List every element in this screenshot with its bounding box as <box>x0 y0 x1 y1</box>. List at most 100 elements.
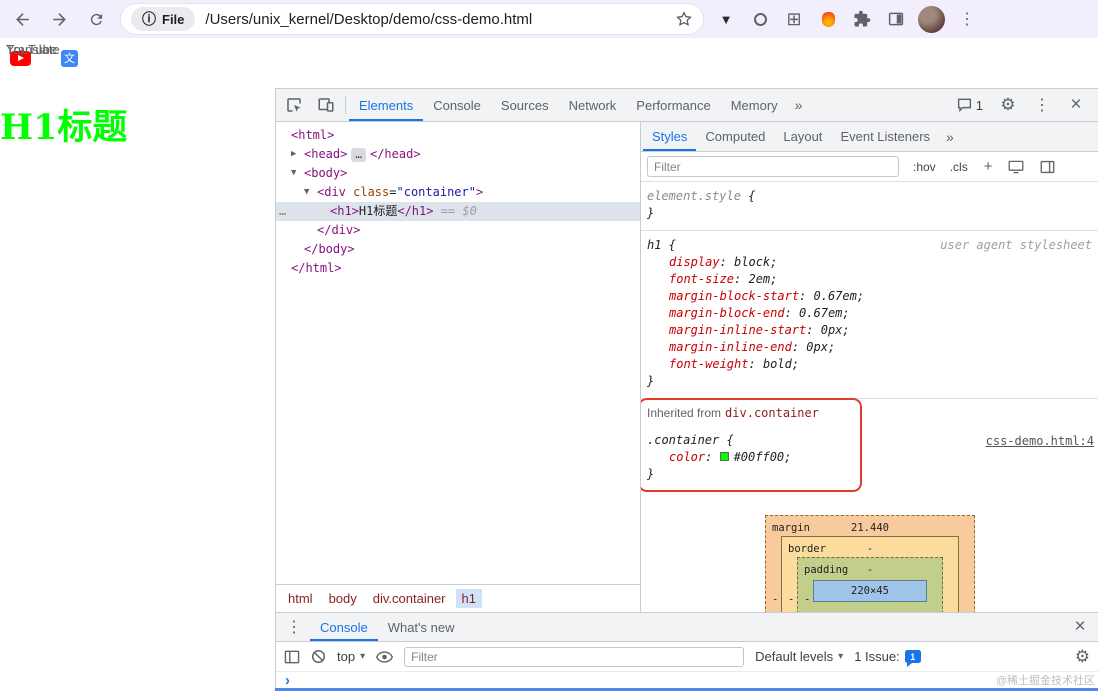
css-property-name: margin-inline-end <box>669 340 792 354</box>
css-property-name: font-size <box>669 272 734 286</box>
issues-label: 1 Issue: <box>854 649 900 664</box>
border-top-value[interactable]: - <box>867 541 873 558</box>
margin-left-value[interactable]: - <box>772 592 778 609</box>
extensions-puzzle-icon[interactable] <box>845 2 879 36</box>
address-bar[interactable]: ⓘ File /Users/unix_kernel/Desktop/demo/c… <box>121 4 703 34</box>
tab-console[interactable]: Console <box>423 89 491 121</box>
browser-menu-icon[interactable]: ⋮ <box>950 2 984 36</box>
more-tabs-icon[interactable]: » <box>788 89 810 121</box>
close-devtools-icon[interactable]: × <box>1060 94 1092 116</box>
box-model-diagram[interactable]: margin 21.440 - border - - padding - - 2… <box>765 515 975 612</box>
computed-sidebar-toggle-icon[interactable] <box>1040 160 1055 174</box>
bookmark-translate[interactable]: 文Translate <box>61 50 78 67</box>
live-expression-eye-icon[interactable] <box>376 651 393 663</box>
console-messages-icon[interactable]: 1 <box>950 98 990 113</box>
settings-gear-icon[interactable]: ⚙ <box>992 95 1024 115</box>
dom-tree-row[interactable]: <html> <box>276 126 640 145</box>
tab-styles[interactable]: Styles <box>643 122 696 151</box>
box-model-border[interactable]: border - - padding - - 220×45 <box>781 536 959 612</box>
circle-extension-icon[interactable] <box>743 2 777 36</box>
tab-network[interactable]: Network <box>559 89 627 121</box>
close-drawer-icon[interactable]: × <box>1064 613 1096 641</box>
padding-left-value[interactable]: - <box>804 592 810 609</box>
css-declaration[interactable]: display: block; <box>647 254 1092 271</box>
tab-sources[interactable]: Sources <box>491 89 559 121</box>
pseudo-state-toggle[interactable]: :hov <box>913 160 936 174</box>
new-style-rule-button[interactable]: + <box>984 158 993 175</box>
inherited-css-rule[interactable]: css-demo.html:4 .container {color: #00ff… <box>641 426 1098 491</box>
dom-tree-row[interactable]: ▼<body> <box>276 164 640 183</box>
inherited-from-node[interactable]: div.container <box>725 406 819 420</box>
stylesheet-source-link[interactable]: css-demo.html:4 <box>986 433 1094 450</box>
side-panel-icon[interactable] <box>879 2 913 36</box>
console-tab-what-s-new[interactable]: What's new <box>378 613 465 641</box>
tab-event-listeners[interactable]: Event Listeners <box>831 122 939 151</box>
clear-console-icon[interactable] <box>311 649 326 664</box>
triangle-extension-icon[interactable]: ▼ <box>709 2 743 36</box>
dom-tree-row[interactable]: ▼<div class="container"> <box>276 183 640 202</box>
crumb-div-container[interactable]: div.container <box>367 589 452 608</box>
css-declaration[interactable]: font-size: 2em; <box>647 271 1092 288</box>
back-icon[interactable] <box>4 2 41 36</box>
profile-avatar[interactable] <box>918 6 945 33</box>
rendering-emulation-icon[interactable] <box>1008 160 1024 174</box>
console-context-selector[interactable]: top▾ <box>337 649 365 664</box>
devtools-tab-strip: ElementsConsoleSourcesNetworkPerformance… <box>349 89 788 121</box>
tab-memory[interactable]: Memory <box>721 89 788 121</box>
dom-tree-row[interactable]: </body> <box>276 240 640 259</box>
expanded-arrow-icon[interactable]: ▼ <box>304 183 309 202</box>
console-filter-input[interactable] <box>404 647 744 667</box>
box-model-padding[interactable]: padding - - 220×45 <box>797 557 943 612</box>
element-classes-toggle[interactable]: .cls <box>950 160 968 174</box>
device-toolbar-icon[interactable] <box>310 89 342 121</box>
crumb-h1[interactable]: h1 <box>456 589 482 608</box>
css-property-name: margin-block-start <box>669 289 799 303</box>
drawer-menu-icon[interactable]: ⋮ <box>278 613 310 641</box>
box-model-content[interactable]: 220×45 <box>813 580 927 602</box>
element-style-selector: element.style <box>647 189 741 203</box>
log-levels-dropdown[interactable]: Default levels▾ <box>755 649 843 664</box>
dom-tree-row[interactable]: </html> <box>276 259 640 278</box>
css-rule-h1[interactable]: user agent stylesheeth1 {display: block;… <box>641 231 1098 399</box>
color-swatch[interactable] <box>720 452 729 461</box>
reload-icon[interactable] <box>78 2 115 36</box>
crumb-html[interactable]: html <box>282 589 319 608</box>
collapsed-arrow-icon[interactable]: ▶ <box>291 145 296 164</box>
padding-top-value[interactable]: - <box>867 562 873 579</box>
issues-counter[interactable]: 1 Issue: 1 <box>854 649 921 664</box>
inspect-element-icon[interactable] <box>278 89 310 121</box>
flame-extension-icon[interactable] <box>811 2 845 36</box>
css-declaration[interactable]: margin-inline-start: 0px; <box>647 322 1092 339</box>
bookmark-star-icon[interactable] <box>675 10 693 28</box>
file-scheme-chip[interactable]: ⓘ File <box>131 7 195 31</box>
css-declaration[interactable]: margin-inline-end: 0px; <box>647 339 1092 356</box>
tab-performance[interactable]: Performance <box>626 89 720 121</box>
console-settings-gear-icon[interactable]: ⚙ <box>1075 647 1090 667</box>
devtools-toolbar-right: 1 ⚙ ⋮ × <box>950 89 1096 121</box>
dom-tree-row[interactable]: ▶<head>…</head> <box>276 145 640 164</box>
css-declaration[interactable]: color: #00ff00; <box>647 449 1092 466</box>
console-drawer: ⋮ ConsoleWhat's new × top▾ Default level… <box>276 612 1098 691</box>
forward-icon[interactable] <box>41 2 78 36</box>
grid-extension-icon[interactable]: ⊞ <box>777 2 811 36</box>
expanded-arrow-icon[interactable]: ▼ <box>291 164 296 183</box>
crumb-body[interactable]: body <box>323 589 363 608</box>
more-sidebar-tabs-icon[interactable]: » <box>939 122 961 151</box>
tab-computed[interactable]: Computed <box>696 122 774 151</box>
url-text[interactable]: /Users/unix_kernel/Desktop/demo/css-demo… <box>205 11 669 28</box>
css-declaration[interactable]: font-weight: bold; <box>647 356 1092 373</box>
styles-filter-input[interactable] <box>647 156 899 177</box>
margin-top-value[interactable]: 21.440 <box>851 520 889 537</box>
tab-elements[interactable]: Elements <box>349 89 423 121</box>
css-declaration[interactable]: margin-block-end: 0.67em; <box>647 305 1092 322</box>
dom-tree-row[interactable]: …<h1>H1标题</h1> == $0 <box>276 202 640 221</box>
console-sidebar-icon[interactable] <box>284 650 300 664</box>
border-left-value[interactable]: - <box>788 592 794 609</box>
console-tab-console[interactable]: Console <box>310 613 378 641</box>
box-model-margin[interactable]: margin 21.440 - border - - padding - - 2… <box>765 515 975 612</box>
element-style-rule[interactable]: element.style { } <box>641 182 1098 231</box>
devtools-menu-icon[interactable]: ⋮ <box>1026 95 1058 115</box>
dom-tree-row[interactable]: </div> <box>276 221 640 240</box>
css-declaration[interactable]: margin-block-start: 0.67em; <box>647 288 1092 305</box>
tab-layout[interactable]: Layout <box>774 122 831 151</box>
